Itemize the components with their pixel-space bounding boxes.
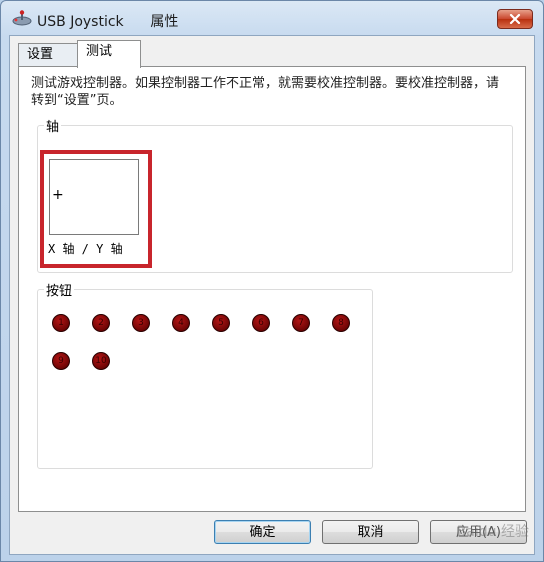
joystick-button-7: 7 <box>292 314 310 332</box>
ok-button[interactable]: 确定 <box>214 520 311 544</box>
joystick-button-label: 9 <box>58 355 64 366</box>
joystick-button-label: 4 <box>178 317 184 328</box>
joystick-button-label: 10 <box>95 355 107 366</box>
xy-axis-caption: X 轴 / Y 轴 <box>48 242 123 256</box>
cancel-button[interactable]: 取消 <box>322 520 419 544</box>
joystick-button-label: 7 <box>298 317 304 328</box>
xy-axis-display: + <box>49 159 139 235</box>
joystick-button-2: 2 <box>92 314 110 332</box>
test-description: 测试游戏控制器。如果控制器工作不正常，就需要校准控制器。要校准控制器，请转到“设… <box>31 76 500 108</box>
joystick-button-label: 8 <box>338 317 344 328</box>
joystick-button-1: 1 <box>52 314 70 332</box>
buttons-group: 按钮 1 2 3 4 5 6 7 8 9 10 <box>37 280 373 469</box>
joystick-button-6: 6 <box>252 314 270 332</box>
close-icon <box>509 14 521 24</box>
joystick-button-label: 3 <box>138 317 144 328</box>
crosshair-icon: + <box>52 187 64 203</box>
close-button[interactable] <box>497 9 533 29</box>
properties-window: USB Joystick 属性 设置 测试 测试游戏控制器。如果控制器工作不正常… <box>0 0 544 562</box>
axis-highlight-box: + X 轴 / Y 轴 <box>40 150 152 268</box>
tab-test[interactable]: 测试 <box>77 40 141 68</box>
joystick-button-4: 4 <box>172 314 190 332</box>
test-tab-panel: 测试游戏控制器。如果控制器工作不正常，就需要校准控制器。要校准控制器，请转到“设… <box>18 66 526 512</box>
joystick-button-label: 2 <box>98 317 104 328</box>
dialog-client: 设置 测试 测试游戏控制器。如果控制器工作不正常，就需要校准控制器。要校准控制器… <box>9 35 535 555</box>
tab-settings-label: 设置 <box>27 47 54 62</box>
axes-group: 轴 + X 轴 / Y 轴 <box>37 116 513 273</box>
joystick-icon <box>12 10 32 26</box>
joystick-button-10: 10 <box>92 352 110 370</box>
joystick-button-9: 9 <box>52 352 70 370</box>
title-bar[interactable]: USB Joystick 属性 <box>1 1 543 35</box>
watermark-text: Baidu 经验 <box>456 524 529 540</box>
axes-group-label: 轴 <box>44 116 62 135</box>
joystick-button-label: 5 <box>218 317 224 328</box>
joystick-button-8: 8 <box>332 314 350 332</box>
joystick-button-label: 6 <box>258 317 264 328</box>
window-title: USB Joystick 属性 <box>37 14 179 30</box>
joystick-button-3: 3 <box>132 314 150 332</box>
tab-test-label: 测试 <box>86 44 113 59</box>
buttons-group-label: 按钮 <box>44 280 75 299</box>
joystick-button-5: 5 <box>212 314 230 332</box>
joystick-button-label: 1 <box>58 317 64 328</box>
tab-settings[interactable]: 设置 <box>18 43 78 67</box>
